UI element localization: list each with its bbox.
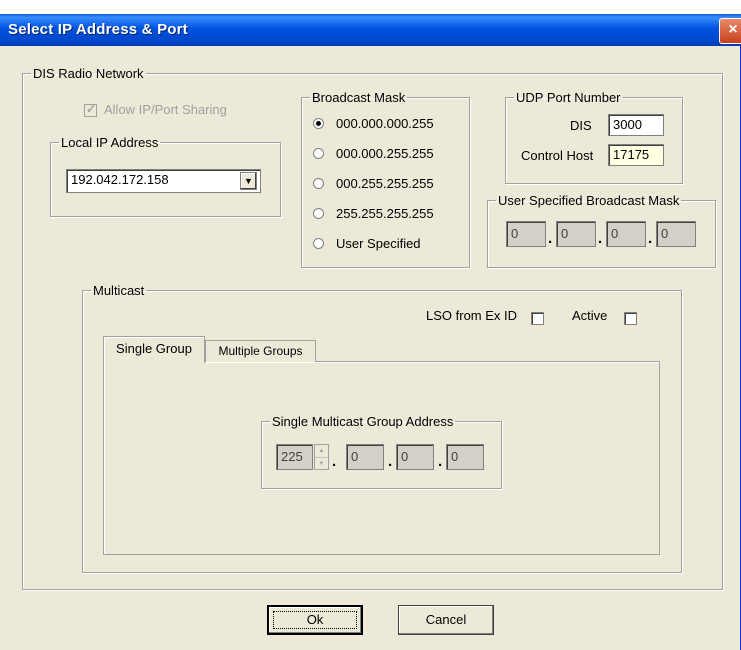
- octet-separator: .: [388, 453, 393, 470]
- octet-spinner[interactable]: ▲ ▼: [314, 444, 329, 470]
- single-multicast-legend: Single Multicast Group Address: [272, 414, 454, 429]
- lso-checkbox[interactable]: [531, 312, 544, 325]
- user-mask-octet-4[interactable]: 0: [656, 221, 696, 247]
- tab-multiple-groups[interactable]: Multiple Groups: [205, 340, 316, 362]
- close-icon[interactable]: ×: [719, 18, 741, 44]
- dialog-window: Select IP Address & Port × DIS Radio Net…: [0, 0, 741, 650]
- multicast-octet-1[interactable]: 225: [276, 444, 313, 470]
- control-host-field[interactable]: 17175: [608, 144, 664, 166]
- cancel-button[interactable]: Cancel: [398, 605, 494, 635]
- top-strip: [0, 0, 741, 14]
- broadcast-mask-legend: Broadcast Mask: [312, 90, 406, 105]
- octet-separator: .: [332, 453, 337, 470]
- udp-port-legend: UDP Port Number: [516, 90, 621, 105]
- radio-mask-4[interactable]: [313, 238, 324, 249]
- radio-mask-label-1: 000.000.255.255: [336, 146, 434, 161]
- local-ip-dropdown[interactable]: 192.042.172.158: [66, 169, 261, 193]
- spinner-down-icon[interactable]: ▼: [315, 458, 328, 470]
- user-mask-octet-2[interactable]: 0: [556, 221, 596, 247]
- allow-sharing-label: Allow IP/Port Sharing: [104, 102, 227, 117]
- radio-mask-label-2: 000.255.255.255: [336, 176, 434, 191]
- tab-single-group[interactable]: Single Group: [103, 336, 205, 363]
- user-mask-octet-1[interactable]: 0: [506, 221, 546, 247]
- radio-mask-1[interactable]: [313, 148, 324, 159]
- radio-mask-label-3: 255.255.255.255: [336, 206, 434, 221]
- multicast-octet-3[interactable]: 0: [396, 444, 434, 470]
- ok-button[interactable]: Ok: [267, 605, 363, 635]
- lso-label: LSO from Ex ID: [426, 308, 518, 323]
- dis-radio-network-legend: DIS Radio Network: [33, 66, 144, 81]
- focus-ring: [273, 611, 357, 629]
- octet-separator: .: [548, 230, 553, 247]
- control-host-label: Control Host: [521, 148, 594, 163]
- octet-separator: .: [438, 453, 443, 470]
- radio-mask-label-0: 000.000.000.255: [336, 116, 434, 131]
- local-ip-legend: Local IP Address: [61, 135, 159, 150]
- udp-port-group: UDP Port Number: [505, 90, 683, 184]
- title-bar[interactable]: Select IP Address & Port ×: [0, 14, 741, 46]
- multicast-octet-2[interactable]: 0: [346, 444, 384, 470]
- allow-sharing-checkbox[interactable]: [84, 102, 97, 117]
- multicast-octet-4[interactable]: 0: [446, 444, 484, 470]
- radio-mask-label-4: User Specified: [336, 236, 421, 251]
- octet-separator: .: [648, 230, 653, 247]
- chevron-down-icon[interactable]: ▼: [240, 172, 257, 190]
- user-mask-octet-3[interactable]: 0: [606, 221, 646, 247]
- user-broadcast-mask-legend: User Specified Broadcast Mask: [498, 193, 680, 208]
- active-label: Active: [572, 308, 608, 323]
- local-ip-value: 192.042.172.158: [71, 172, 169, 187]
- window-title: Select IP Address & Port: [8, 21, 188, 38]
- cancel-button-label: Cancel: [425, 612, 467, 627]
- multicast-legend: Multicast: [93, 283, 145, 298]
- radio-mask-2[interactable]: [313, 178, 324, 189]
- radio-mask-3[interactable]: [313, 208, 324, 219]
- dis-port-label: DIS: [570, 118, 592, 133]
- octet-separator: .: [598, 230, 603, 247]
- radio-mask-0[interactable]: [313, 118, 324, 129]
- active-checkbox[interactable]: [624, 312, 637, 325]
- dis-port-field[interactable]: 3000: [608, 114, 664, 136]
- spinner-up-icon[interactable]: ▲: [315, 445, 328, 458]
